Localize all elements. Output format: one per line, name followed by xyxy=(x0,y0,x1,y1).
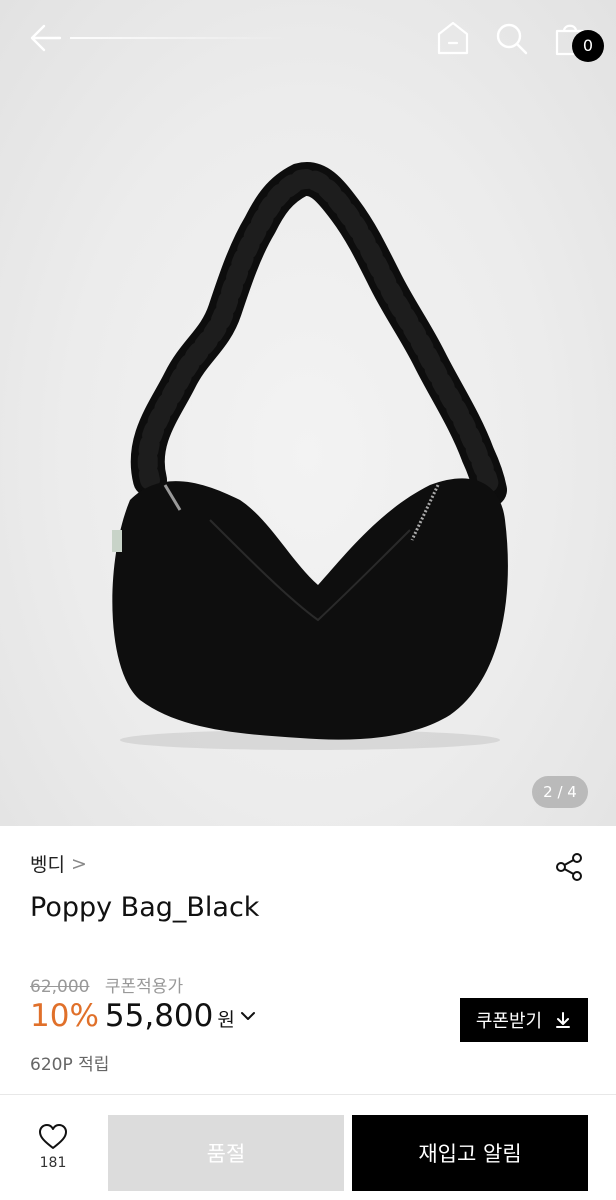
cart-count-badge: 0 xyxy=(572,30,604,62)
image-progress-line xyxy=(70,37,290,39)
currency-unit: 원 xyxy=(217,1009,235,1031)
original-price: 62,000 xyxy=(30,977,90,997)
heart-icon xyxy=(39,1124,67,1149)
wishlist-count: 181 xyxy=(39,1155,67,1171)
chevron-down-icon[interactable] xyxy=(239,1007,257,1025)
bag-illustration xyxy=(112,162,508,750)
product-image[interactable] xyxy=(0,0,616,826)
search-icon[interactable] xyxy=(492,18,530,58)
restock-alert-button[interactable]: 재입고 알림 xyxy=(352,1115,588,1191)
soldout-button[interactable]: 품절 xyxy=(108,1115,344,1191)
get-coupon-button[interactable]: 쿠폰받기 xyxy=(460,998,588,1042)
original-price-row: 62,000 쿠폰적용가 xyxy=(30,972,183,997)
product-title: Poppy Bag_Black xyxy=(30,892,260,923)
wishlist-button[interactable]: 181 xyxy=(26,1123,80,1183)
reward-points: 620P 적립 xyxy=(30,1055,110,1075)
image-counter: 2 / 4 xyxy=(532,776,588,808)
price-row: 10% 55,800 원 xyxy=(30,998,257,1034)
bottom-action-bar: 181 품절 재입고 알림 xyxy=(0,1095,616,1200)
top-bar: 0 xyxy=(0,0,616,80)
brand-name: 벵디 xyxy=(30,854,65,876)
share-icon[interactable] xyxy=(552,850,586,884)
discount-rate: 10% xyxy=(30,998,99,1034)
download-icon xyxy=(556,1012,571,1028)
chevron-right-icon: > xyxy=(70,852,87,875)
brand-link[interactable]: 벵디 > xyxy=(30,850,87,877)
home-icon[interactable] xyxy=(434,18,472,58)
back-arrow-icon[interactable] xyxy=(28,20,64,56)
coupon-price-label: 쿠폰적용가 xyxy=(104,977,184,997)
sale-price: 55,800 xyxy=(104,998,214,1034)
coupon-button-label: 쿠폰받기 xyxy=(475,1011,543,1032)
